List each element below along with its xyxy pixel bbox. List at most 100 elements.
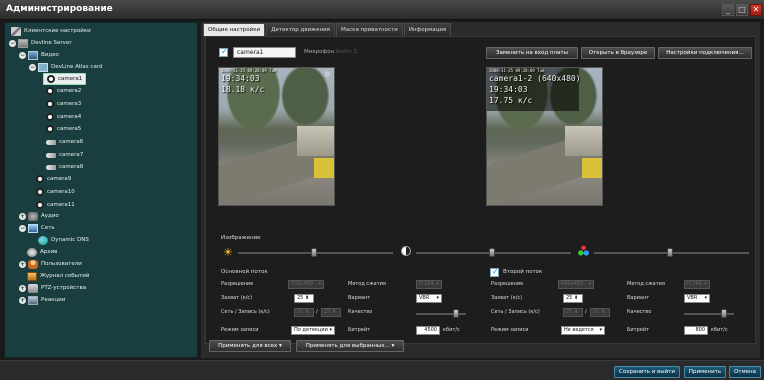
expand-icon[interactable]: + [19, 212, 26, 220]
second-stream-preview[interactable]: 2008-11-25 09:28:09 Tue camera1-2 (640x4… [486, 67, 603, 206]
tree-item-ptz[interactable]: + PTZ-устройства [19, 282, 86, 294]
tree-item-video[interactable]: − Видео [19, 49, 59, 61]
main-record-mode-select[interactable]: По детекции ▾ [291, 326, 335, 335]
tree-item-camera9[interactable]: camera9 [36, 173, 71, 185]
preview-time: 19:34:03 [221, 74, 260, 83]
tree-item-camera8[interactable]: camera8 [46, 161, 83, 173]
globe-icon [38, 235, 48, 245]
tree-item-archive[interactable]: Архив [27, 246, 57, 258]
tree-item-camera1[interactable]: camera1 [43, 73, 87, 85]
main-variant-select[interactable]: VBR ▾ [416, 294, 442, 303]
second-stream-checkbox[interactable] [490, 267, 499, 277]
maximize-icon[interactable]: □ [736, 4, 748, 16]
camera-name-input[interactable]: camera1 [233, 47, 296, 58]
apply-to-all-button[interactable]: Применять для всех ▾ [209, 340, 291, 352]
camera-icon [46, 113, 54, 121]
expand-icon[interactable]: + [19, 260, 26, 268]
replace-with-board-input-button[interactable]: Заменить на вход платы [486, 47, 578, 59]
tree-item-client-settings[interactable]: Клиентские настройки [11, 25, 91, 37]
contrast-icon [401, 246, 411, 256]
contrast-slider-handle[interactable] [489, 248, 495, 257]
chevron-down-icon: ▾ [704, 295, 707, 301]
main-bitrate-input[interactable]: 4500 [416, 326, 440, 335]
window-title: Администрирование [6, 4, 113, 14]
second-compression-label: Метод сжатия [627, 281, 665, 287]
main-quality-label: Качество [348, 309, 373, 315]
preview-container [582, 158, 602, 178]
close-icon[interactable]: ✕ [750, 4, 762, 16]
main-resolution-label: Разрешение [221, 281, 254, 287]
tree-item-camera4[interactable]: camera4 [46, 111, 81, 123]
server-icon [18, 38, 28, 48]
apply-button[interactable]: Применить [684, 366, 726, 378]
tab-bar: Общие настройки Детектор движения Маска … [203, 23, 452, 36]
tree-item-network[interactable]: − Сеть [19, 222, 55, 234]
tree-item-users[interactable]: + Пользователи [19, 258, 82, 270]
main-bitrate-unit: кбит/с [443, 327, 460, 333]
bullet-camera-icon [46, 139, 56, 145]
gear-icon[interactable]: ✲ [324, 70, 331, 79]
chevron-down-icon: ▾ [704, 281, 707, 287]
second-record-mode-select[interactable]: Не ведется ▾ [561, 326, 605, 335]
second-quality-slider-handle[interactable] [720, 309, 727, 318]
collapse-icon[interactable]: − [29, 63, 36, 71]
tree-item-devline-server[interactable]: − Devline Server [9, 37, 72, 49]
tab-privacy-mask[interactable]: Маска приватности [335, 23, 403, 36]
second-variant-select[interactable]: VBR ▾ [684, 294, 710, 303]
open-in-browser-button[interactable]: Открыть в браузере [581, 47, 655, 59]
microphone-value[interactable]: Audio 3 [336, 49, 357, 55]
tree-item-event-log[interactable]: Журнал событий [27, 270, 89, 282]
color-saturation-icon [578, 245, 589, 256]
tree-item-camera6[interactable]: camera6 [46, 136, 83, 148]
save-and-exit-button[interactable]: Сохранить и выйти [614, 366, 680, 378]
main-panel: Общие настройки Детектор движения Маска … [201, 22, 760, 358]
main-capture-label: Захват (к/с) [221, 295, 253, 301]
chevron-down-icon: ▾ [436, 281, 439, 287]
main-quality-slider-handle[interactable] [452, 309, 459, 318]
connection-settings-button[interactable]: Настройки подключения... [658, 47, 752, 59]
preview-date-stamp: 2008-11-25 09:28:09 Tue [489, 68, 545, 73]
second-resolution-select: 640x480 ▾ [558, 280, 594, 289]
collapse-icon[interactable]: − [19, 51, 26, 59]
second-bitrate-input[interactable]: 800 [684, 326, 708, 335]
minimize-icon[interactable]: _ [722, 4, 734, 16]
expand-icon[interactable]: + [19, 284, 26, 292]
tree-item-dynamic-dns[interactable]: Dynamic DNS [38, 234, 89, 246]
main-compression-label: Метод сжатия [348, 281, 386, 287]
brightness-slider-handle[interactable] [311, 248, 317, 257]
chevron-down-icon: ▾ [599, 327, 602, 333]
tree-item-atlas-card[interactable]: − DevLine Atlas card [29, 61, 102, 73]
tree-item-audio[interactable]: + Аудио [19, 210, 59, 222]
main-variant-label: Вариант [348, 295, 371, 301]
tree-item-camera10[interactable]: camera10 [36, 186, 75, 198]
second-capture-fps-spinner[interactable]: 25 ⬍ [563, 294, 583, 303]
second-record-mode-label: Режим записи [491, 327, 529, 333]
expand-icon[interactable]: + [19, 296, 26, 304]
saturation-slider-handle[interactable] [667, 248, 673, 257]
main-stream-preview[interactable]: 2008-11-25 09:28:09 Tue 19:34:03 18.18 к… [218, 67, 335, 206]
main-network-fps-spinner: 25 ⬍ [294, 308, 314, 317]
second-variant-label: Вариант [627, 295, 650, 301]
camera-enabled-checkbox[interactable] [219, 47, 228, 57]
preview-camera-resolution: camera1-2 (640x480) [489, 74, 581, 83]
main-capture-fps-spinner[interactable]: 25 ⬍ [294, 294, 314, 303]
tab-info[interactable]: Информация [403, 23, 452, 36]
second-capture-label: Захват (к/с) [491, 295, 523, 301]
tree-item-camera2[interactable]: camera2 [46, 85, 81, 97]
second-resolution-label: Разрешение [491, 281, 524, 287]
tab-general[interactable]: Общие настройки [203, 23, 266, 36]
preview-fps: 17.75 к/с [489, 96, 533, 105]
collapse-icon[interactable]: − [19, 224, 26, 232]
apply-to-selected-button[interactable]: Применять для выбранных... ▾ [296, 340, 404, 352]
tab-motion-detector[interactable]: Детектор движения [266, 23, 335, 36]
collapse-icon[interactable]: − [9, 39, 16, 47]
tree-item-camera7[interactable]: camera7 [46, 149, 83, 161]
users-icon [28, 259, 38, 269]
tree-item-reactions[interactable]: + Реакции [19, 294, 65, 306]
tree-item-camera5[interactable]: camera5 [46, 123, 81, 135]
preview-fps: 18.18 к/с [221, 85, 265, 94]
main-network-record-label: Сеть / Запись (к/с) [221, 309, 270, 315]
camera-icon [36, 175, 44, 183]
cancel-button[interactable]: Отмена [729, 366, 761, 378]
tree-item-camera3[interactable]: camera3 [46, 98, 81, 110]
